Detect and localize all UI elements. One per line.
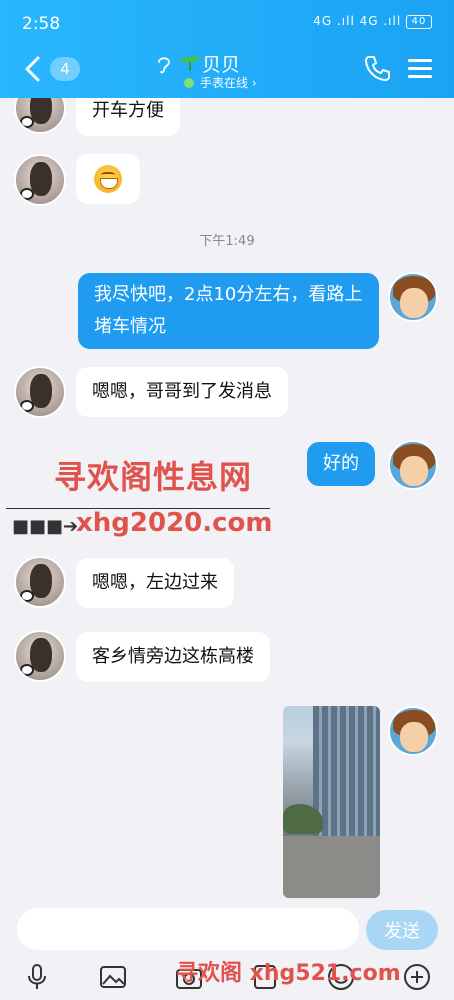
message-bubble[interactable]: 我尽快吧，2点10分左右，看路上堵车情况 <box>78 273 379 349</box>
menu-icon[interactable] <box>408 59 432 79</box>
status-bar: 2:58 4G .ıll 4G .ıll 40 <box>0 8 454 36</box>
watermark-arrow-icon: ■■■➔ <box>12 516 79 537</box>
contact-avatar[interactable] <box>14 98 66 134</box>
sprout-icon <box>181 56 199 71</box>
contact-avatar[interactable] <box>14 556 66 608</box>
mic-icon[interactable] <box>22 962 52 992</box>
nav-bar: 4 贝贝 手表在线 › <box>0 42 454 98</box>
message-timestamp: 下午1:49 <box>199 234 255 249</box>
ear-icon <box>158 57 170 74</box>
chat-header: 2:58 4G .ıll 4G .ıll 40 4 贝贝 手表在线 › <box>0 0 454 98</box>
my-avatar[interactable] <box>388 272 438 322</box>
grinning-emoji-icon <box>94 165 122 193</box>
battery-icon: 40 <box>406 14 432 29</box>
contact-avatar[interactable] <box>14 630 66 682</box>
watermark-footer: 寻欢阁 xhg521.com <box>176 961 401 986</box>
contact-avatar[interactable] <box>14 366 66 418</box>
chat-area[interactable]: 开车方便 下午1:49 我尽快吧，2点10分左右，看路上堵车情况 嗯嗯，哥哥到了… <box>0 98 454 898</box>
message-input[interactable] <box>17 908 359 950</box>
my-avatar[interactable] <box>388 440 438 490</box>
unread-badge[interactable]: 4 <box>50 57 80 81</box>
message-bubble-emoji[interactable] <box>76 154 140 204</box>
phone-icon[interactable] <box>364 54 390 82</box>
online-status-dot <box>184 78 194 88</box>
message-bubble[interactable]: 客乡情旁边这栋高楼 <box>76 632 270 682</box>
online-status-text: 手表在线 › <box>200 76 257 90</box>
contact-info[interactable]: 贝贝 手表在线 › <box>150 48 310 92</box>
add-icon[interactable] <box>402 962 432 992</box>
image-icon[interactable] <box>98 962 128 992</box>
watermark-url: xhg2020.com <box>76 508 273 538</box>
back-chevron-icon[interactable] <box>22 54 44 84</box>
contact-name: 贝贝 <box>202 54 241 76</box>
watermark-title: 寻欢阁性息网 <box>54 458 253 496</box>
network-icons: 4G .ıll 4G .ıll <box>313 14 402 28</box>
input-bar: 发送 寻欢阁 xhg521.com <box>0 898 454 1000</box>
status-time: 2:58 <box>22 14 61 34</box>
message-bubble[interactable]: 嗯嗯，哥哥到了发消息 <box>76 367 288 417</box>
send-button[interactable]: 发送 <box>366 910 438 950</box>
building-photo[interactable] <box>283 706 380 898</box>
status-icons: 4G .ıll 4G .ıll 40 <box>313 14 432 29</box>
message-bubble[interactable]: 开车方便 <box>76 98 180 136</box>
contact-avatar[interactable] <box>14 154 66 206</box>
message-bubble[interactable]: 嗯嗯，左边过来 <box>76 558 234 608</box>
message-bubble[interactable]: 好的 <box>307 442 375 486</box>
my-avatar[interactable] <box>388 706 438 756</box>
